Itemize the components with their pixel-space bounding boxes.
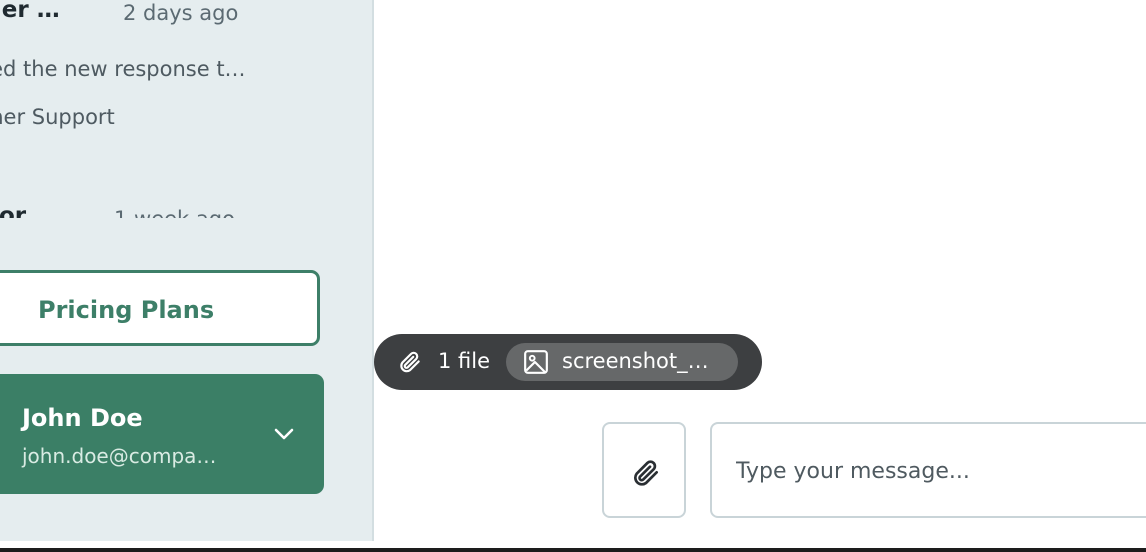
- attach-file-button[interactable]: [602, 422, 686, 518]
- image-icon: [524, 350, 548, 374]
- sidebar: omer … 2 days ago afted the new response…: [0, 0, 374, 541]
- user-email: john.doe@compa…: [22, 444, 217, 468]
- conversation-item[interactable]: erfor 1 week ago: [0, 198, 362, 218]
- message-input[interactable]: [736, 454, 1136, 488]
- pricing-plans-label: Pricing Plans: [38, 296, 215, 324]
- attached-file-chip[interactable]: screenshot_…: [506, 343, 738, 381]
- attached-file-name: screenshot_…: [562, 349, 709, 373]
- conversation-preview: afted the new response t…: [0, 57, 246, 81]
- user-name: John Doe: [22, 404, 143, 432]
- chevron-down-icon: [274, 428, 294, 440]
- conversation-list[interactable]: omer … 2 days ago afted the new response…: [0, 0, 372, 218]
- pricing-plans-button[interactable]: Pricing Plans: [0, 270, 320, 346]
- conversation-item[interactable]: omer … 2 days ago afted the new response…: [0, 0, 362, 150]
- conversation-time: 2 days ago: [123, 1, 239, 25]
- attachment-summary: 1 file screenshot_…: [374, 334, 762, 390]
- conversation-title: erfor: [0, 203, 27, 218]
- conversation-title: omer …: [0, 0, 60, 23]
- conversation-time: 1 week ago: [114, 207, 235, 218]
- app-window: omer … 2 days ago afted the new response…: [0, 0, 1146, 552]
- attachment-count: 1 file: [438, 349, 491, 373]
- bottom-divider: [0, 548, 1146, 552]
- conversation-team: tomer Support: [0, 105, 115, 129]
- paperclip-icon: [400, 351, 420, 373]
- message-composer: [710, 422, 1146, 518]
- user-account-menu[interactable]: John Doe john.doe@compa…: [0, 374, 324, 494]
- paperclip-icon: [634, 460, 658, 486]
